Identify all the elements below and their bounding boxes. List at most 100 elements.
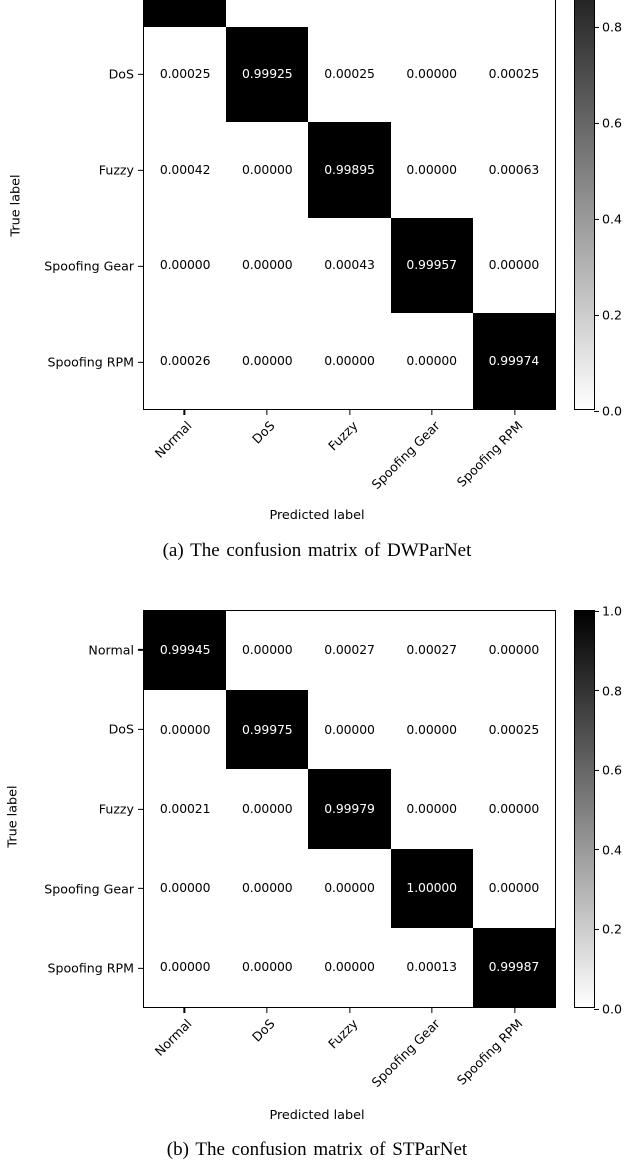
colorbar-tick: 0.2 <box>594 308 622 323</box>
y-tick-normal: Normal <box>88 642 143 657</box>
matrix-cell: 0.00000 <box>144 848 227 928</box>
colorbar-tick: 1.0 <box>594 604 622 619</box>
matrix-cell: 0.99987 <box>472 927 555 1007</box>
y-tick-spoofing-rpm: Spoofing RPM <box>47 355 143 370</box>
matrix-cell: 0.00027 <box>390 611 473 691</box>
figure-caption-b: (b) The confusion matrix of STParNet <box>166 1139 468 1160</box>
colorbar-tick: 0.2 <box>594 922 622 937</box>
x-tick-labels-b: Normal DoS Fuzzy Spoofing Gear Spoofing RPM <box>143 1008 556 1098</box>
x-tick-spoofing-gear: Spoofing Gear <box>368 418 443 493</box>
confusion-matrix-figure-b: True label Normal DoS Fuzzy Spoofing Gear Sp… <box>0 583 634 1166</box>
x-tick-mark <box>514 410 516 415</box>
matrix-cell: 0.00000 <box>144 690 227 770</box>
matrix-plot-area-b: 0.99945 0.00000 0.00027 0.00027 0.00000 0.000… <box>143 610 556 1008</box>
x-tick-dos: DoS <box>248 1016 278 1045</box>
x-tick-mark <box>183 410 185 415</box>
matrix-cell: 0.00025 <box>308 26 391 123</box>
x-tick-mark <box>431 1008 433 1013</box>
x-tick-normal: Normal <box>152 1016 195 1059</box>
x-tick-spoofing-rpm: Spoofing RPM <box>453 1016 526 1088</box>
colorbar-tick: 0.6 <box>594 763 622 778</box>
x-tick-mark <box>266 410 268 415</box>
x-tick-spoofing-rpm: Spoofing RPM <box>453 418 526 490</box>
matrix-cell: 0.00000 <box>390 313 473 409</box>
figure-caption-a: (a) The confusion matrix of DWParNet <box>162 540 472 561</box>
x-tick-mark <box>348 1008 351 1013</box>
colorbar-tick: 0.0 <box>594 1002 622 1017</box>
matrix-cell: 0.00000 <box>308 690 391 770</box>
confusion-matrix-grid-b: 0.99945 0.00000 0.00027 0.00027 0.00000 0.000… <box>144 611 555 1007</box>
matrix-cell: 0.00027 <box>308 611 391 691</box>
matrix-cell: 0.99975 <box>226 690 309 770</box>
colorbar-tick: 0.8 <box>594 683 622 698</box>
x-tick-mark <box>431 410 433 415</box>
x-tick-mark <box>183 1008 185 1013</box>
matrix-cell: 0.00025 <box>472 690 555 770</box>
matrix-cell: 0.00000 <box>308 848 391 928</box>
matrix-cell: 0.99925 <box>226 26 309 123</box>
matrix-cell: 0.00025 <box>472 26 555 123</box>
y-tick-spoofing-gear: Spoofing Gear <box>44 881 143 896</box>
y-tick-fuzzy: Fuzzy <box>99 163 143 178</box>
y-tick-labels-b: Normal DoS Fuzzy Spoofing Gear Spoofing RPM <box>0 610 143 1008</box>
matrix-cell: 0.00000 <box>308 313 391 409</box>
matrix-cell: 0.99895 <box>308 122 391 218</box>
x-axis-label-a: Predicted label <box>269 508 365 523</box>
x-tick-fuzzy: Fuzzy <box>324 1016 361 1052</box>
matrix-cell: 0.00000 <box>226 0 309 27</box>
matrix-cell: 0.00000 <box>308 927 391 1007</box>
matrix-cell: 0.00000 <box>226 611 309 691</box>
matrix-cell: 0.99974 <box>472 313 555 409</box>
matrix-cell: 0.00043 <box>308 217 391 314</box>
x-tick-mark <box>514 1008 516 1013</box>
matrix-cell: 0.00025 <box>144 26 227 123</box>
matrix-cell: 0.00000 <box>472 217 555 314</box>
colorbar-b: 1.0 0.8 0.6 0.4 0.2 0.0 <box>574 604 622 1017</box>
matrix-cell: 0.00000 <box>226 313 309 409</box>
matrix-cell: 1.00000 <box>390 848 473 928</box>
matrix-cell: 0.00000 <box>472 611 555 691</box>
colorbar-ticks-b: 1.0 0.8 0.6 0.4 0.2 0.0 <box>575 604 622 1017</box>
colorbar-tick: 0.6 <box>594 116 622 131</box>
y-tick-labels-a: NormalDoSFuzzySpoofing GearSpoofing RPM <box>0 0 143 420</box>
x-tick-labels-a: Normal DoS Fuzzy Spoofing Gear Spoofing RPM <box>143 410 556 500</box>
colorbar-ticks-a: 0.8 0.6 0.4 0.2 0.0 <box>575 0 622 419</box>
x-tick-mark <box>348 410 351 415</box>
colorbar-tick: 0.0 <box>594 404 622 419</box>
matrix-cell: 0.00042 <box>144 122 227 218</box>
matrix-cell: 0.00000 <box>226 122 309 218</box>
matrix-cell: 0.99979 <box>308 769 391 849</box>
x-tick-normal: Normal <box>152 418 195 461</box>
matrix-cell: 0.00000 <box>390 769 473 849</box>
matrix-cell: 0.99957 <box>390 217 473 314</box>
matrix-cell: 0.00000 <box>226 848 309 928</box>
matrix-cell: 0.00000 <box>226 217 309 314</box>
matrix-cell: 0.00063 <box>472 122 555 218</box>
matrix-cell: 0.00000 <box>472 769 555 849</box>
x-tick-dos: DoS <box>248 418 278 447</box>
colorbar-tick: 0.4 <box>594 212 622 227</box>
y-tick-spoofing-rpm: Spoofing RPM <box>47 961 143 976</box>
matrix-cell: 0.00000 <box>472 848 555 928</box>
matrix-cell: 0.99945 <box>144 611 227 691</box>
matrix-cell: 0.00000 <box>390 122 473 218</box>
matrix-cell: 0.00027 <box>308 0 391 27</box>
confusion-matrix-figure-a: True label NormalDoSFuzzySpoofing GearSp… <box>0 0 634 583</box>
matrix-cell: 0.00000 <box>226 927 309 1007</box>
y-tick-dos: DoS <box>109 722 143 737</box>
colorbar-a: 0.8 0.6 0.4 0.2 0.0 <box>574 0 622 419</box>
colorbar-tick: 0.4 <box>594 842 622 857</box>
x-tick-mark <box>266 1008 268 1013</box>
matrix-cell: 0.00000 <box>226 769 309 849</box>
matrix-cell: 0.00000 <box>390 690 473 770</box>
matrix-cell: 0.00021 <box>144 769 227 849</box>
matrix-cell: 0.00000 <box>390 26 473 123</box>
confusion-matrix-grid-a: 0.999450.000000.000270.000000.000270.000… <box>144 0 555 409</box>
y-tick-spoofing-gear: Spoofing Gear <box>44 259 143 274</box>
matrix-cell: 0.00026 <box>144 313 227 409</box>
matrix-cell: 0.00000 <box>144 217 227 314</box>
matrix-cell: 0.00013 <box>390 927 473 1007</box>
matrix-plot-area-a: 0.999450.000000.000270.000000.000270.000… <box>143 0 556 410</box>
y-tick-dos: DoS <box>109 67 143 82</box>
y-tick-fuzzy: Fuzzy <box>99 802 143 817</box>
